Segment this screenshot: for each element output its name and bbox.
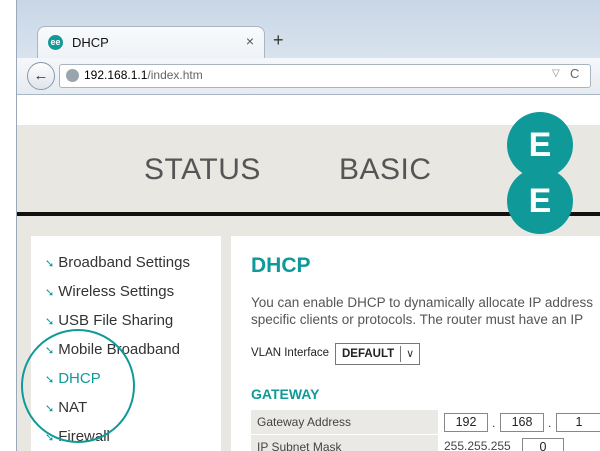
gateway-address-cell: 192 . 168 . 1 [438,410,600,434]
subnet-mask-prefix: 255.255.255 [444,439,511,451]
gateway-octet-1[interactable]: 192 [444,413,488,432]
description: You can enable DHCP to dynamically alloc… [251,294,593,328]
address-bar[interactable]: 192.168.1.1/index.htm ▽ C [59,64,591,88]
tab-title: DHCP [72,35,109,50]
subnet-mask-row: IP Subnet Mask 255.255.255 0 [251,435,600,451]
sidebar-item-label: Broadband Settings [58,254,190,271]
nav-status[interactable]: STATUS [144,153,261,187]
history-dropdown-icon[interactable]: ▽ [552,68,560,79]
globe-icon [66,69,79,82]
subnet-mask-label: IP Subnet Mask [257,440,342,451]
ee-logo: E E [507,112,573,234]
subnet-mask-cell: 255.255.255 0 [438,435,600,451]
section-title-gateway: GATEWAY [251,386,320,402]
sidebar-item-label: Wireless Settings [58,283,175,300]
sidebar-item-broadband-settings[interactable]: ➘ Broadband Settings [45,254,190,271]
url-path: /index.htm [147,68,203,82]
description-line-1: You can enable DHCP to dynamically alloc… [251,295,593,310]
vlan-label: VLAN Interface [251,347,329,359]
browser-window: ee DHCP × + ← 192.168.1.1/index.htm ▽ C … [16,0,600,451]
navigation-bar: ← 192.168.1.1/index.htm ▽ C [17,58,600,95]
description-line-2: specific clients or protocols. The route… [251,312,584,327]
nav-basic[interactable]: BASIC [339,153,432,187]
sidebar-item-label: USB File Sharing [58,312,174,329]
tab-strip: ee DHCP × + [17,0,600,59]
ee-logo-bottom: E [507,168,573,234]
arrow-icon: ➘ [45,287,55,299]
arrow-icon: ➘ [45,316,55,328]
vlan-select[interactable]: DEFAULT ∨ [335,343,421,365]
highlight-circle [21,329,135,443]
sidebar-item-wireless-settings[interactable]: ➘ Wireless Settings [45,283,174,300]
page-title: DHCP [251,254,311,277]
close-tab-icon[interactable]: × [246,33,254,49]
vlan-value: DEFAULT [336,346,402,362]
router-page: STATUS BASIC E E ➘ Broadband Settings ➘ Wi… [17,95,600,451]
octet-separator: . [492,416,496,430]
gateway-octet-3[interactable]: 1 [556,413,600,432]
subnet-octet-4[interactable]: 0 [522,438,564,451]
gateway-octet-2[interactable]: 168 [500,413,544,432]
url-text: 192.168.1.1/index.htm [84,68,203,82]
reload-icon[interactable]: C [570,66,579,81]
back-button[interactable]: ← [27,62,55,90]
url-host: 192.168.1.1 [84,68,148,82]
gateway-address-label: Gateway Address [257,415,352,429]
arrow-icon: ➘ [45,258,55,270]
new-tab-button[interactable]: + [273,30,284,51]
main-content: DHCP You can enable DHCP to dynamically … [231,236,600,451]
octet-separator: . [548,416,552,430]
gateway-address-row: Gateway Address 192 . 168 . 1 [251,410,600,435]
tab-dhcp[interactable]: ee DHCP × [37,26,265,59]
chevron-down-icon: ∨ [406,348,415,360]
ee-favicon-icon: ee [48,35,63,50]
sidebar-item-usb-file-sharing[interactable]: ➘ USB File Sharing [45,312,173,329]
